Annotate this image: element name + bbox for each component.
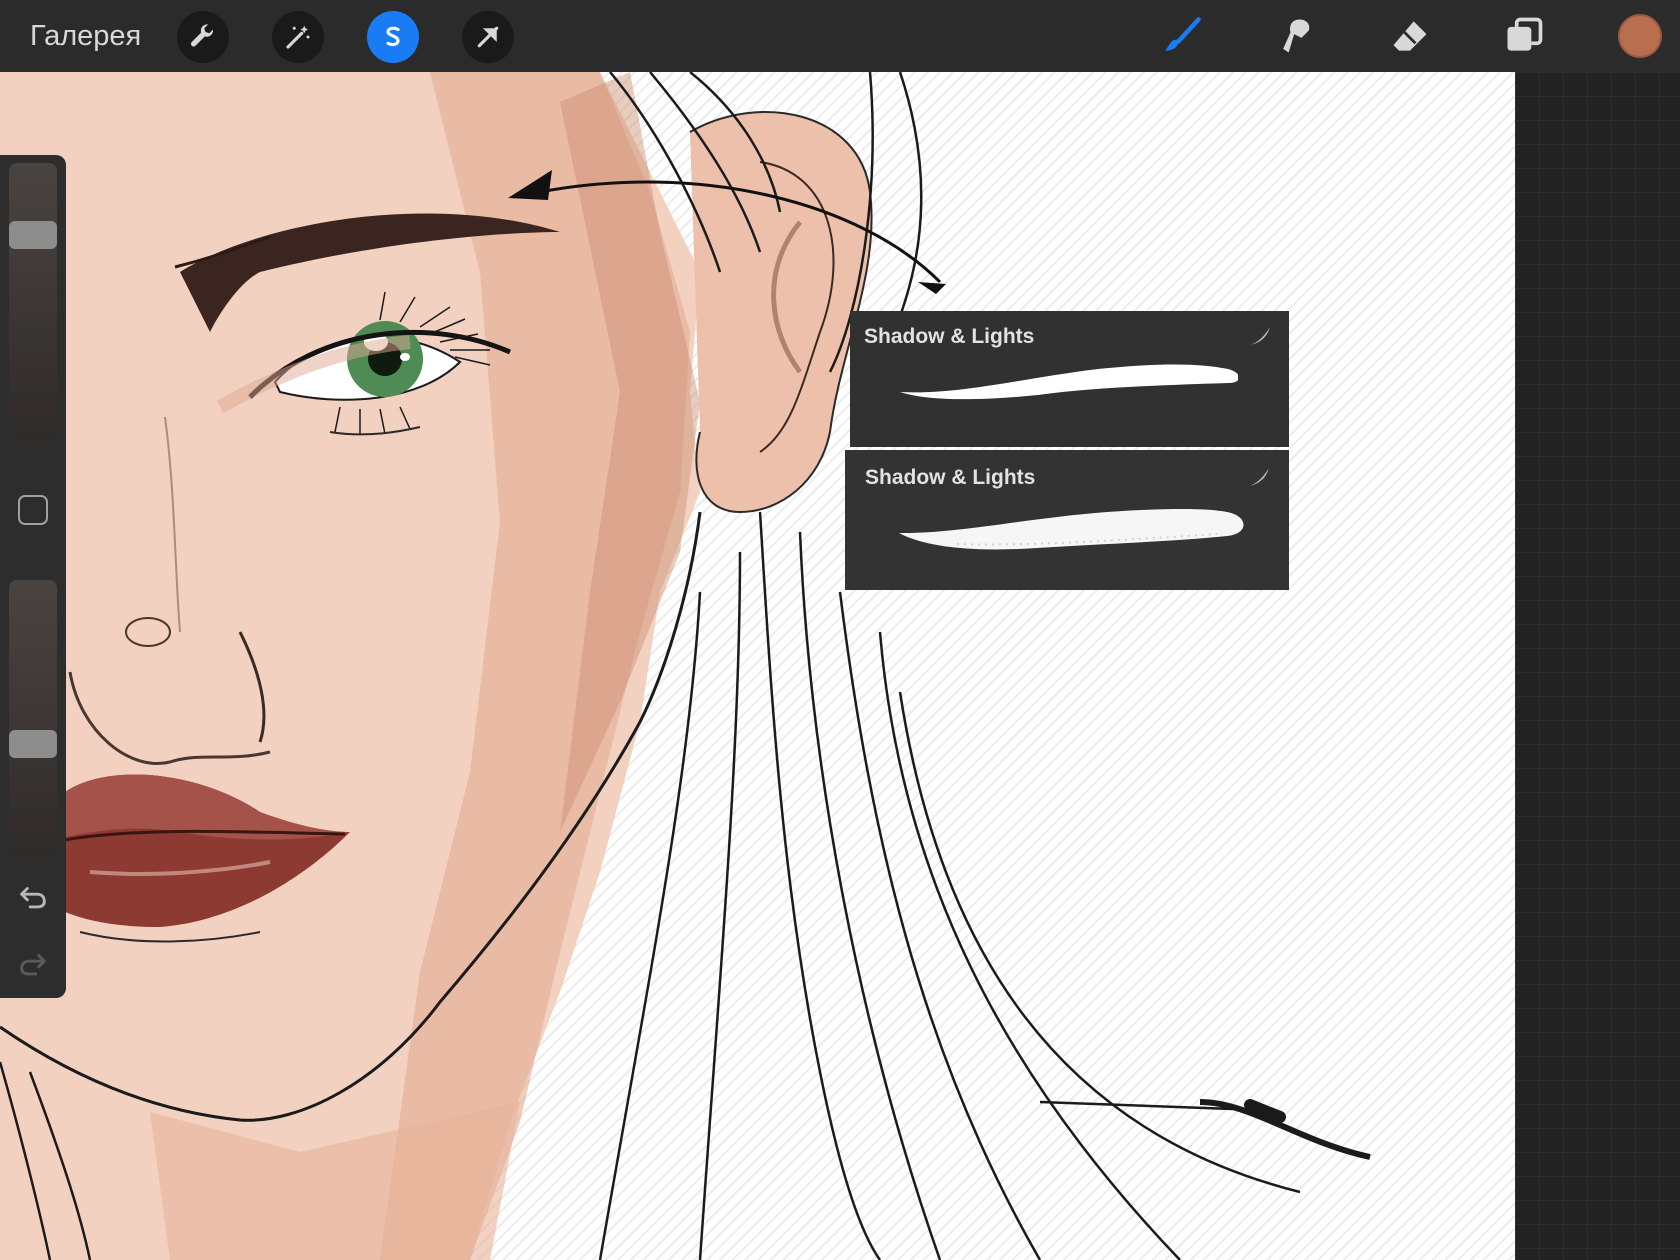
brush-preview-icon [1250, 468, 1269, 486]
left-sidebar [0, 155, 66, 998]
brush-item[interactable]: Shadow & Lights [850, 311, 1289, 447]
brush-name: Shadow & Lights [865, 466, 1036, 489]
color-picker-button[interactable] [1618, 14, 1662, 58]
modifier-button[interactable] [18, 495, 48, 525]
brush-size-thumb[interactable] [9, 221, 57, 249]
brush-name: Shadow & Lights [864, 325, 1035, 348]
brush-item[interactable]: Shadow & Lights [845, 450, 1289, 590]
opacity-thumb[interactable] [9, 730, 57, 758]
top-toolbar: Галерея [0, 0, 1680, 72]
smudge-icon[interactable] [1272, 12, 1320, 60]
artwork [0, 72, 1371, 1260]
brush-size-slider[interactable] [9, 163, 57, 440]
wrench-icon[interactable] [177, 11, 229, 63]
move-arrow-icon[interactable] [462, 11, 514, 63]
gallery-button[interactable]: Галерея [30, 18, 141, 54]
layers-icon[interactable] [1500, 12, 1548, 60]
redo-icon[interactable] [16, 947, 50, 981]
opacity-slider[interactable] [9, 580, 57, 857]
workspace-background [1515, 72, 1680, 1260]
brush-stroke-preview [900, 364, 1238, 400]
undo-icon[interactable] [16, 880, 50, 914]
drawing-canvas[interactable] [0, 72, 1515, 1260]
brush-stroke-preview [899, 509, 1244, 550]
eraser-icon[interactable] [1386, 12, 1434, 60]
brush-icon[interactable] [1158, 12, 1206, 60]
selection-icon[interactable] [367, 11, 419, 63]
brush-preview-icon [1251, 327, 1270, 345]
magic-wand-icon[interactable] [272, 11, 324, 63]
